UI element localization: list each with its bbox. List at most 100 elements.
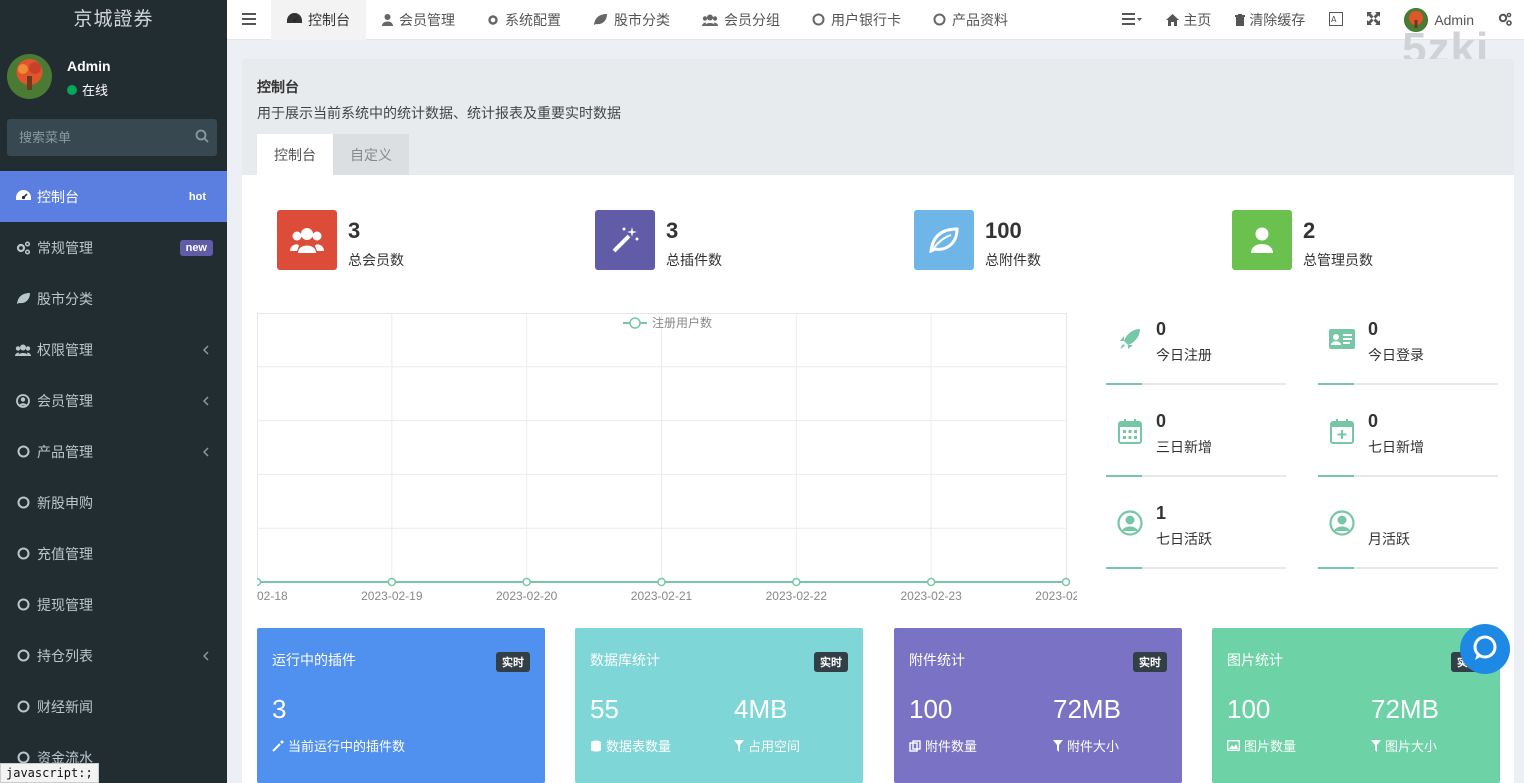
sidebar-toggle-button[interactable] [227,0,271,40]
group-icon [702,14,718,26]
sidebar-item-9[interactable]: 持仓列表 [0,630,227,681]
files-icon [909,739,921,752]
mini-stat-3: 0 七日新增 [1318,407,1498,477]
mini-stat-label: 今日登录 [1368,347,1424,363]
card-label-text: 图片数量 [1244,739,1297,754]
user-circle-icon [1328,509,1356,537]
subtab-custom[interactable]: 自定义 [333,134,409,175]
mini-stat-0: 0 今日注册 [1106,315,1286,385]
mini-stat-label: 今日注册 [1156,347,1212,363]
sidebar-item-5[interactable]: 产品管理 [0,426,227,477]
clear-cache-button[interactable]: 清除缓存 [1223,0,1317,40]
chart-legend-marker [629,317,641,329]
dashboard-icon [287,13,302,26]
group-icon [15,342,31,358]
card-title: 附件统计 [909,652,965,668]
mini-stat-label: 七日活跃 [1156,531,1212,547]
user-icon [1232,210,1292,270]
tab-0[interactable]: 控制台 [271,0,366,40]
tab-4[interactable]: 会员分组 [686,0,796,40]
user-circle-icon [1116,509,1144,537]
topbar: 控制台 会员管理 系统配置 股市分类 会员分组 用户银行卡 产品资料 主页 清除缓存 A A… [227,0,1524,40]
card-label-text: 数据表数量 [606,739,672,754]
tab-6[interactable]: 产品资料 [917,0,1024,40]
fullscreen-button[interactable] [1355,0,1392,40]
card-label-secondary: 占用空间 [734,736,800,755]
mini-stat-1: 0 今日登录 [1318,315,1498,385]
chart-x-tick-label: 2023-02-18 [257,589,288,603]
sidebar-item-4[interactable]: 会员管理 [0,375,227,426]
stat-text: 2 总管理员数 [1303,210,1373,270]
stat-box-1: 3 总插件数 [595,210,722,270]
chart-legend-label: 注册用户数 [652,315,712,330]
home-icon [1166,14,1180,26]
card-title: 运行中的插件 [272,652,356,668]
stat-card-3: 图片统计 实时 100 图片数量72MB 图片大小 [1212,628,1500,783]
sidebar-item-label: 持仓列表 [37,647,93,664]
card-label-secondary: 图片大小 [1371,736,1437,755]
chevron-left-icon [202,393,209,409]
tab-2[interactable]: 系统配置 [471,0,577,40]
menu-search-input[interactable] [19,130,195,145]
chart-x-tick-label: 2023-02-23 [900,589,962,603]
stat-card-0: 运行中的插件 实时 3 当前运行中的插件数 [257,628,545,783]
translate-button[interactable]: A [1317,0,1355,40]
sidebar-item-2[interactable]: 股市分类 [0,273,227,324]
stat-value: 3 [348,218,361,243]
card-label-text: 占用空间 [748,739,801,754]
menu-badge: hot [181,187,213,206]
chat-button[interactable] [1460,624,1510,674]
stat-label: 总管理员数 [1303,252,1373,268]
sidebar-item-7[interactable]: 充值管理 [0,528,227,579]
settings-button[interactable] [1486,0,1524,40]
circle-icon [933,13,946,26]
brand-title[interactable]: 京城證券 [0,0,227,40]
home-button[interactable]: 主页 [1154,0,1223,40]
leaf-icon [914,210,974,270]
menu-list-button[interactable] [1110,0,1154,40]
sidebar-item-label: 提现管理 [37,596,93,613]
user-status: 在线 [67,80,108,99]
sidebar-item-1[interactable]: 常规管理 new [0,222,227,273]
stat-text: 100 总附件数 [985,210,1041,270]
sidebar-item-0[interactable]: 控制台 hot [0,171,227,222]
status-bar: javascript:; [0,763,99,783]
sidebar-item-label: 会员管理 [37,392,93,409]
calendar-icon [1116,417,1144,445]
mini-stat-underline [1106,475,1142,477]
sidebar-item-6[interactable]: 新股申购 [0,477,227,528]
mini-stat-4: 1 七日活跃 [1106,499,1286,569]
chat-icon [1471,634,1499,665]
stat-card-2: 附件统计 实时 100 附件数量 72MB 附件大小 [894,628,1182,783]
avatar [7,54,52,99]
search-icon[interactable] [195,129,209,146]
circle-icon [15,546,31,562]
content-header: 控制台 用于展示当前系统中的统计数据、统计报表及重要实时数据 控制台 自定义 [242,59,1514,175]
svg-text:A: A [1331,15,1337,24]
card-label-primary: 附件数量 [909,736,977,755]
menu-badge: new [179,239,213,256]
tab-1[interactable]: 会员管理 [366,0,471,40]
image-icon [1227,740,1240,751]
sidebar-item-10[interactable]: 财经新闻 [0,681,227,732]
sidebar-item-3[interactable]: 权限管理 [0,324,227,375]
nav-tabs: 控制台 会员管理 系统配置 股市分类 会员分组 用户银行卡 产品资料 [271,0,1024,40]
circle-icon [15,444,31,460]
subtab-dashboard[interactable]: 控制台 [257,134,333,175]
stat-card-1: 数据库统计 实时 55 数据表数量 4MB 占用空间 [575,628,863,783]
chart-x-tick-label: 2023-02-19 [361,589,423,603]
chart-point-6 [1061,577,1071,587]
cog-icon [487,14,499,26]
translate-icon: A [1329,11,1344,29]
chart-point-3 [657,577,666,587]
database-icon [590,740,602,752]
mini-stat-underline [1106,567,1142,569]
chart-x-tick-label: 2023-02-22 [766,589,828,603]
stat-value: 2 [1303,218,1316,243]
chart-point-1 [387,577,397,587]
sidebar-item-8[interactable]: 提现管理 [0,579,227,630]
tab-3[interactable]: 股市分类 [577,0,686,40]
page-title: 控制台 [257,79,299,95]
tab-5[interactable]: 用户银行卡 [796,0,917,40]
cogs-icon [15,240,31,256]
